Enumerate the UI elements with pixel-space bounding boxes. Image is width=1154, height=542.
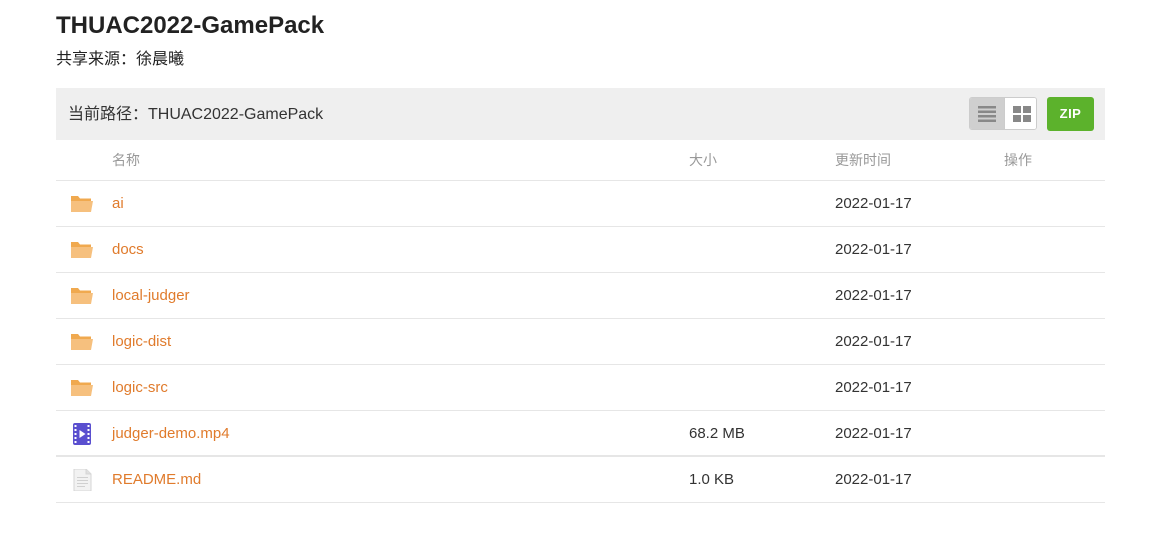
table-row[interactable]: logic-src 2022-01-17 [56, 365, 1105, 411]
file-size: 68.2 MB [689, 425, 745, 442]
table-row[interactable]: README.md 1.0 KB 2022-01-17 [56, 457, 1105, 503]
table-row[interactable]: local-judger 2022-01-17 [56, 273, 1105, 319]
file-name-link[interactable]: judger-demo.mp4 [112, 424, 230, 444]
grid-view-icon [1013, 106, 1031, 122]
file-name-link[interactable]: logic-dist [112, 332, 171, 352]
folder-icon [71, 196, 93, 212]
header-updated[interactable]: 更新时间 [835, 150, 891, 170]
zip-download-button[interactable]: ZIP [1047, 97, 1094, 131]
table-row[interactable]: judger-demo.mp4 68.2 MB 2022-01-17 [56, 411, 1105, 457]
breadcrumb: 当前路径：THUAC2022-GamePack [68, 106, 324, 123]
table-row[interactable]: logic-dist 2022-01-17 [56, 319, 1105, 365]
file-name-link[interactable]: README.md [112, 470, 201, 490]
document-file-icon [73, 469, 92, 491]
file-name-link[interactable]: local-judger [112, 286, 190, 306]
folder-icon [71, 242, 93, 258]
table-row[interactable]: ai 2022-01-17 [56, 181, 1105, 227]
file-name-link[interactable]: docs [112, 240, 144, 260]
video-file-icon [73, 423, 91, 445]
header-size[interactable]: 大小 [689, 150, 717, 170]
file-table: 名称 大小 更新时间 操作 ai 2022-01-17 docs 2022-01… [56, 140, 1105, 503]
folder-icon [71, 288, 93, 304]
folder-icon [71, 334, 93, 350]
file-name-link[interactable]: ai [112, 194, 124, 214]
file-size: 1.0 KB [689, 471, 735, 488]
list-view-button[interactable] [970, 98, 1004, 129]
file-date: 2022-01-17 [835, 425, 912, 442]
file-share-page: THUAC2022-GamePack 共享来源：徐晨曦 当前路径：THUAC20… [0, 0, 1154, 542]
header-name[interactable]: 名称 [112, 150, 140, 170]
grid-view-button[interactable] [1004, 98, 1036, 129]
file-date: 2022-01-17 [835, 241, 912, 258]
folder-icon [71, 380, 93, 396]
file-date: 2022-01-17 [835, 379, 912, 396]
share-source: 共享来源：徐晨曦 [56, 51, 185, 68]
file-name-link[interactable]: logic-src [112, 378, 168, 398]
file-date: 2022-01-17 [835, 195, 912, 212]
page-title: THUAC2022-GamePack [56, 12, 325, 39]
path-bar: 当前路径：THUAC2022-GamePack ZIP [56, 88, 1105, 140]
table-row[interactable]: docs 2022-01-17 [56, 227, 1105, 273]
file-date: 2022-01-17 [835, 471, 912, 488]
table-header: 名称 大小 更新时间 操作 [56, 140, 1105, 181]
list-view-icon [978, 106, 996, 122]
file-date: 2022-01-17 [835, 333, 912, 350]
view-toggle-group [969, 97, 1037, 130]
header-actions: 操作 [1004, 152, 1032, 168]
file-date: 2022-01-17 [835, 287, 912, 304]
